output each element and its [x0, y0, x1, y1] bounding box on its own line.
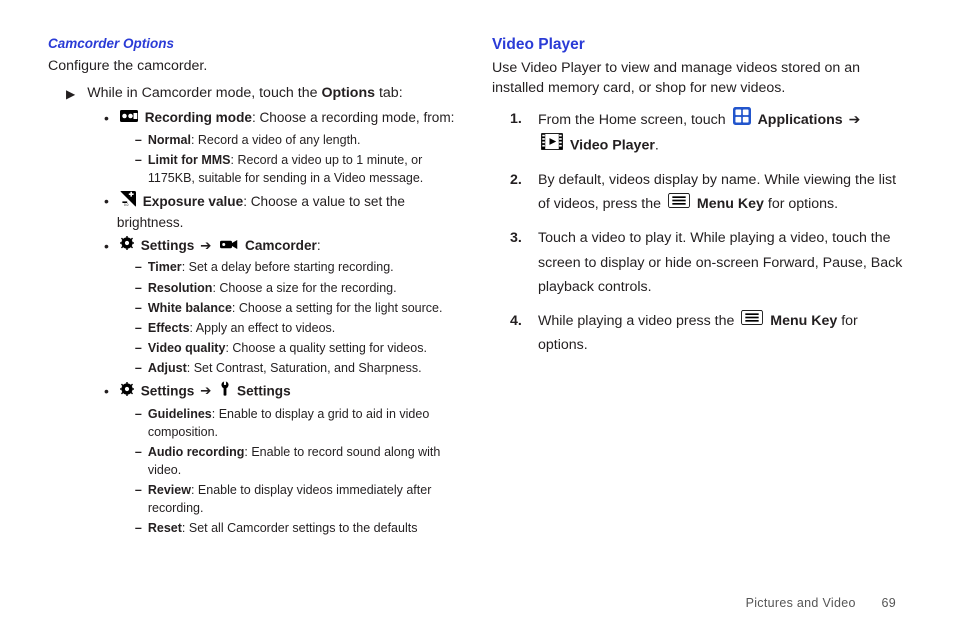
dash-limit-mms: –Limit for MMS: Record a video up to 1 m…	[135, 151, 462, 187]
bullet-dot-icon: •	[104, 191, 109, 212]
video-player-icon	[541, 133, 563, 158]
dash-resolution: –Resolution: Choose a size for the recor…	[135, 279, 462, 297]
video-mode-icon	[120, 108, 138, 128]
bullet-recording-mode: • Recording mode: Choose a recording mod…	[104, 108, 462, 189]
step-3: 3. Touch a video to play it. While playi…	[510, 226, 906, 298]
page-footer: Pictures and Video 69	[746, 596, 896, 610]
menu-key-icon	[668, 192, 690, 216]
step-2: 2. By default, videos display by name. W…	[510, 168, 906, 216]
bullet-dot-icon: •	[104, 381, 109, 402]
footer-page-number: 69	[881, 596, 896, 610]
bullet-dot-icon: •	[104, 236, 109, 257]
video-player-heading: Video Player	[492, 36, 906, 54]
bullet-settings-settings: • Settings ➔ Settings –Guidelines: Enabl…	[104, 381, 462, 539]
dash-white-balance: –White balance: Choose a setting for the…	[135, 299, 462, 317]
dash-normal: –Normal: Record a video of any length.	[135, 131, 462, 149]
bullet-dot-icon: •	[104, 108, 109, 129]
gear-icon	[120, 382, 134, 402]
dash-adjust: –Adjust: Set Contrast, Saturation, and S…	[135, 359, 462, 377]
dash-reset: –Reset: Set all Camcorder settings to th…	[135, 519, 462, 537]
bullet-settings-camcorder: • Settings ➔ Camcorder: –Timer: Set a de…	[104, 236, 462, 379]
dash-timer: –Timer: Set a delay before starting reco…	[135, 258, 462, 276]
wrench-icon	[220, 381, 230, 402]
video-player-intro: Use Video Player to view and manage vide…	[492, 59, 906, 99]
camcorder-intro: Configure the camcorder.	[48, 57, 462, 77]
right-column: Video Player Use Video Player to view an…	[492, 36, 906, 541]
apps-icon	[733, 107, 751, 133]
bullet-exposure: • Exposure value: Choose a value to set …	[104, 191, 462, 234]
exposure-icon	[120, 191, 136, 213]
step-4: 4. While playing a video press the Menu …	[510, 309, 906, 357]
dash-guidelines: –Guidelines: Enable to display a grid to…	[135, 405, 462, 441]
step-1: 1. From the Home screen, touch Applicati…	[510, 107, 906, 158]
camcorder-options-heading: Camcorder Options	[48, 36, 462, 51]
dash-audio-recording: –Audio recording: Enable to record sound…	[135, 443, 462, 479]
dash-video-quality: –Video quality: Choose a quality setting…	[135, 339, 462, 357]
camcorder-step-text: While in Camcorder mode, touch the Optio…	[87, 85, 402, 101]
dash-effects: –Effects: Apply an effect to videos.	[135, 319, 462, 337]
dash-review: –Review: Enable to display videos immedi…	[135, 481, 462, 517]
menu-key-icon	[741, 309, 763, 333]
camcorder-icon	[220, 236, 238, 256]
left-column: Camcorder Options Configure the camcorde…	[48, 36, 462, 541]
video-player-steps: 1. From the Home screen, touch Applicati…	[510, 107, 906, 358]
gear-icon	[120, 236, 134, 256]
camcorder-step: ▶ While in Camcorder mode, touch the Opt…	[66, 85, 462, 104]
camcorder-bullet-list: • Recording mode: Choose a recording mod…	[104, 108, 462, 539]
footer-section: Pictures and Video	[746, 596, 856, 610]
triangle-bullet-icon: ▶	[66, 85, 75, 104]
